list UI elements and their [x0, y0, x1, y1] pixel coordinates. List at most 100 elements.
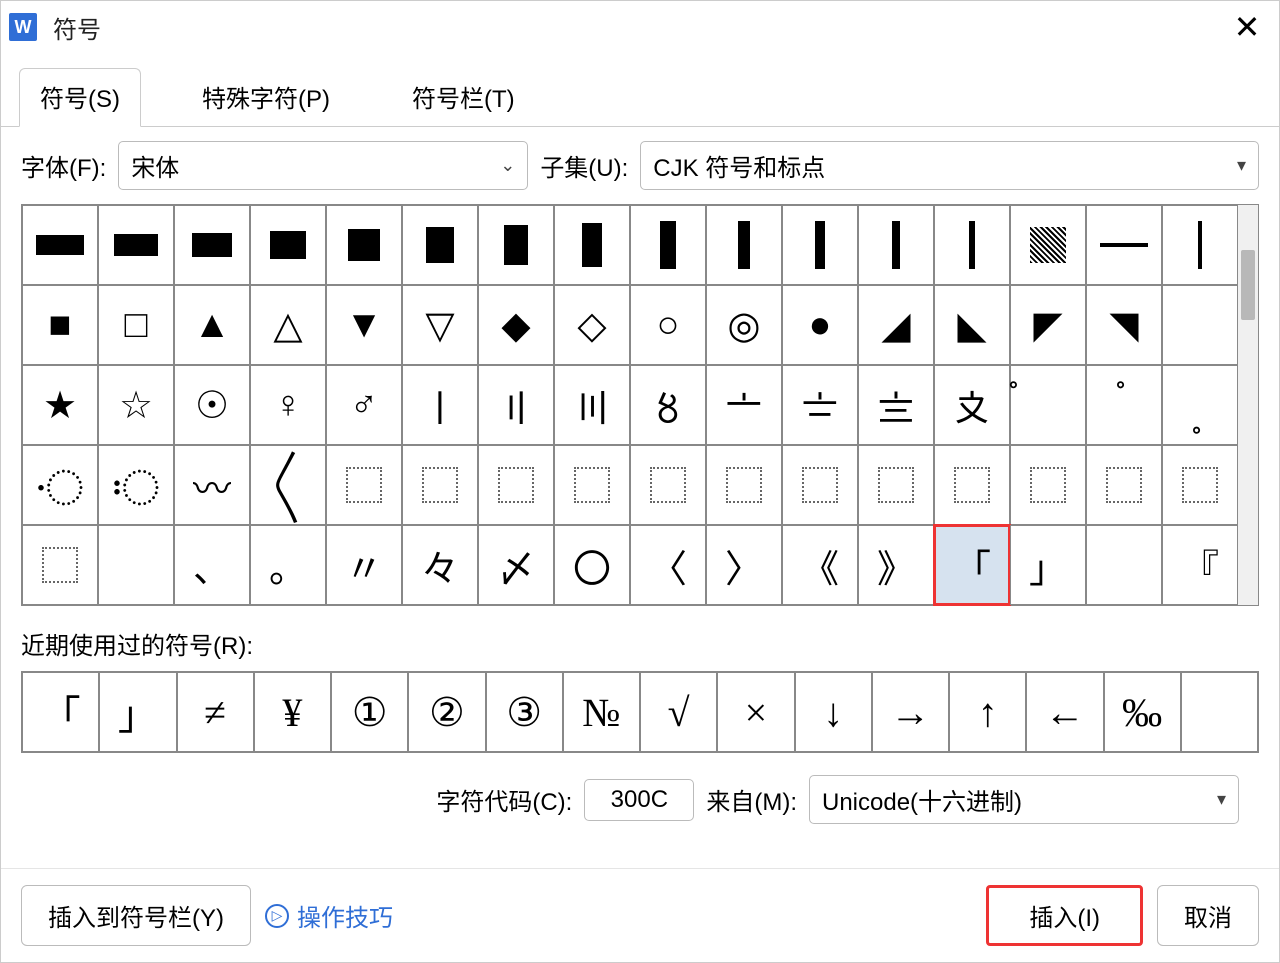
symbol-cell[interactable]: ■: [22, 285, 98, 365]
symbol-cell[interactable]: [1086, 525, 1162, 605]
symbol-cell[interactable]: ◇: [554, 285, 630, 365]
symbol-cell[interactable]: ★: [22, 365, 98, 445]
symbol-cell[interactable]: [250, 205, 326, 285]
symbol-cell[interactable]: [554, 445, 630, 525]
symbol-cell[interactable]: [934, 445, 1010, 525]
symbol-cell[interactable]: 〆: [478, 525, 554, 605]
tab-symbol-bar[interactable]: 符号栏(T): [391, 68, 536, 127]
symbol-cell[interactable]: [1162, 205, 1238, 285]
symbol-cell[interactable]: [554, 205, 630, 285]
tips-link[interactable]: ▷ 操作技巧: [265, 898, 393, 933]
symbol-cell[interactable]: 〬: [1086, 365, 1162, 445]
from-dropdown[interactable]: Unicode(十六进制) ▾: [809, 775, 1239, 824]
recent-symbol-cell[interactable]: [1181, 672, 1258, 752]
symbol-cell[interactable]: 〥: [630, 365, 706, 445]
symbol-cell[interactable]: [706, 445, 782, 525]
symbol-cell[interactable]: [98, 205, 174, 285]
symbol-cell[interactable]: 〉: [706, 525, 782, 605]
recent-symbol-cell[interactable]: →: [872, 672, 949, 752]
recent-symbol-cell[interactable]: 「: [22, 672, 99, 752]
symbol-cell[interactable]: 〧: [782, 365, 858, 445]
symbol-cell[interactable]: ◎: [706, 285, 782, 365]
symbol-cell[interactable]: 〱: [250, 445, 326, 525]
symbol-cell[interactable]: ♀: [250, 365, 326, 445]
recent-symbol-cell[interactable]: ③: [486, 672, 563, 752]
symbol-cell[interactable]: ●: [782, 285, 858, 365]
symbol-cell[interactable]: [706, 205, 782, 285]
cancel-button[interactable]: 取消: [1157, 885, 1259, 946]
symbol-cell[interactable]: [478, 205, 554, 285]
symbol-cell[interactable]: ▼: [326, 285, 402, 365]
symbol-cell[interactable]: 〭: [1162, 365, 1238, 445]
recent-symbol-cell[interactable]: ←: [1026, 672, 1103, 752]
symbol-cell[interactable]: [174, 205, 250, 285]
symbol-cell[interactable]: 「: [934, 525, 1010, 605]
symbol-cell[interactable]: ◢: [858, 285, 934, 365]
recent-symbol-cell[interactable]: ≠: [177, 672, 254, 752]
symbol-cell[interactable]: ◆: [478, 285, 554, 365]
symbol-cell[interactable]: [478, 445, 554, 525]
recent-symbol-cell[interactable]: 」: [99, 672, 176, 752]
insert-button[interactable]: 插入(I): [986, 885, 1143, 946]
symbol-cell[interactable]: 》: [858, 525, 934, 605]
recent-symbol-cell[interactable]: ‰: [1104, 672, 1181, 752]
symbol-cell[interactable]: 々: [402, 525, 478, 605]
symbol-cell[interactable]: 〇: [554, 525, 630, 605]
font-dropdown[interactable]: 宋体 ⌄: [118, 141, 528, 190]
symbol-cell[interactable]: △: [250, 285, 326, 365]
symbol-cell[interactable]: [858, 445, 934, 525]
symbol-cell[interactable]: [1010, 445, 1086, 525]
symbol-cell[interactable]: 。: [250, 525, 326, 605]
symbol-cell[interactable]: ▽: [402, 285, 478, 365]
symbol-cell[interactable]: [630, 205, 706, 285]
symbol-cell[interactable]: [1086, 445, 1162, 525]
recent-symbol-cell[interactable]: ↓: [795, 672, 872, 752]
symbol-cell[interactable]: ☉: [174, 365, 250, 445]
symbol-cell[interactable]: 、: [174, 525, 250, 605]
symbol-cell[interactable]: 〰: [174, 445, 250, 525]
symbol-cell[interactable]: 〢: [478, 365, 554, 445]
symbol-cell[interactable]: 〣: [554, 365, 630, 445]
recent-symbol-cell[interactable]: ①: [331, 672, 408, 752]
recent-symbol-cell[interactable]: №: [563, 672, 640, 752]
symbol-cell[interactable]: 〦: [706, 365, 782, 445]
grid-scrollbar[interactable]: [1238, 205, 1258, 605]
symbol-cell[interactable]: 〫: [1010, 365, 1086, 445]
symbol-cell[interactable]: ◤: [1010, 285, 1086, 365]
symbol-cell[interactable]: [1162, 285, 1238, 365]
symbol-cell[interactable]: ◣: [934, 285, 1010, 365]
symbol-cell[interactable]: ☆: [98, 365, 174, 445]
symbol-cell[interactable]: 『: [1162, 525, 1238, 605]
scrollbar-thumb[interactable]: [1241, 250, 1255, 320]
symbol-cell[interactable]: [326, 205, 402, 285]
symbol-cell[interactable]: 」: [1010, 525, 1086, 605]
symbol-cell[interactable]: [402, 445, 478, 525]
symbol-cell[interactable]: [782, 205, 858, 285]
symbol-cell[interactable]: 〮: [22, 445, 98, 525]
close-button[interactable]: ✕: [1223, 3, 1271, 51]
symbol-cell[interactable]: ▲: [174, 285, 250, 365]
symbol-cell[interactable]: [326, 445, 402, 525]
symbol-cell[interactable]: [858, 205, 934, 285]
symbol-cell[interactable]: [22, 205, 98, 285]
tab-symbols[interactable]: 符号(S): [19, 68, 141, 127]
symbol-cell[interactable]: [22, 525, 98, 605]
symbol-cell[interactable]: [782, 445, 858, 525]
recent-symbol-cell[interactable]: ↑: [949, 672, 1026, 752]
symbol-cell[interactable]: [1162, 445, 1238, 525]
subset-dropdown[interactable]: CJK 符号和标点 ▾: [640, 141, 1259, 190]
char-code-input[interactable]: [584, 779, 694, 821]
symbol-cell[interactable]: □: [98, 285, 174, 365]
symbol-cell[interactable]: 〡: [402, 365, 478, 445]
symbol-cell[interactable]: [630, 445, 706, 525]
symbol-cell[interactable]: 〯: [98, 445, 174, 525]
symbol-cell[interactable]: 〩: [934, 365, 1010, 445]
recent-symbol-cell[interactable]: ②: [408, 672, 485, 752]
symbol-cell[interactable]: 〨: [858, 365, 934, 445]
symbol-cell[interactable]: ♂: [326, 365, 402, 445]
symbol-cell[interactable]: ◥: [1086, 285, 1162, 365]
symbol-cell[interactable]: [1010, 205, 1086, 285]
symbol-cell[interactable]: [1086, 205, 1162, 285]
symbol-cell[interactable]: [934, 205, 1010, 285]
symbol-cell[interactable]: 《: [782, 525, 858, 605]
